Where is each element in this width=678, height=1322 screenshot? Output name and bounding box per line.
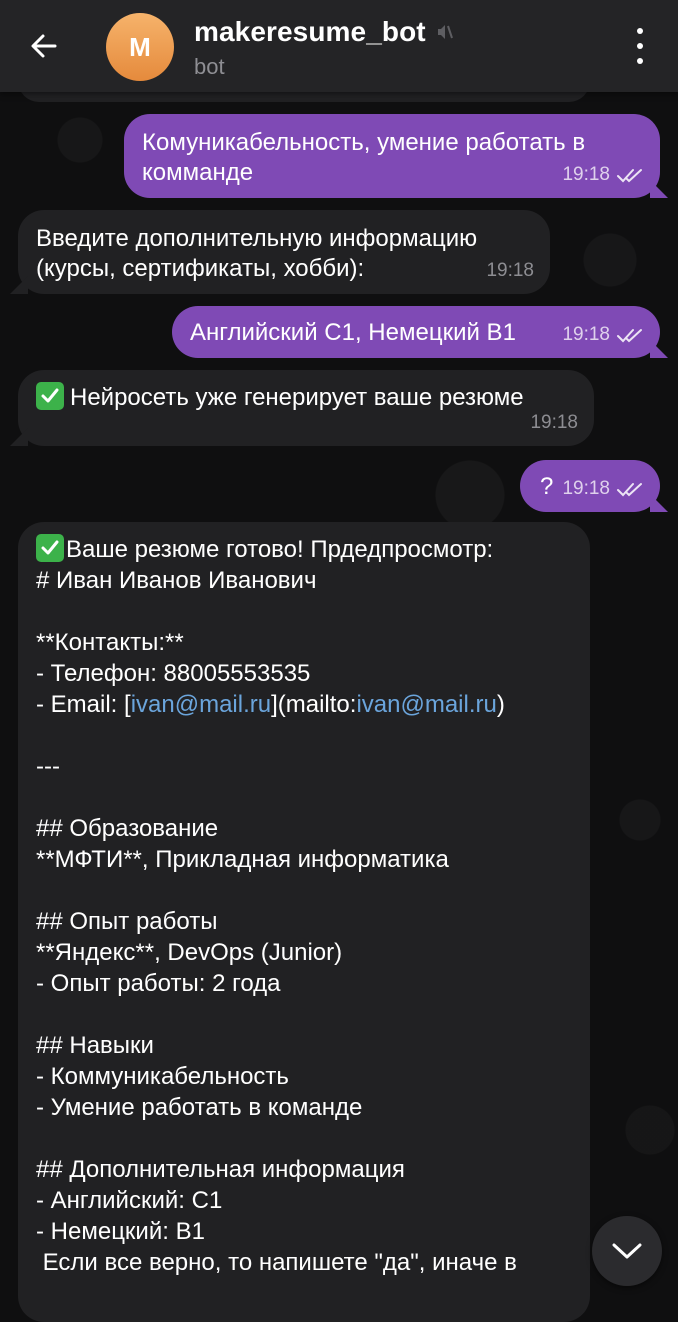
message-bubble-bot[interactable]: Нейросеть уже генерирует ваше резюме 19:… <box>10 370 594 446</box>
resume-education-heading: ## Образование <box>36 815 219 842</box>
avatar[interactable]: M <box>106 13 174 81</box>
resume-experience-heading: ## Опыт работы <box>36 908 218 935</box>
email-link-mailto[interactable]: ivan@mail.ru <box>356 691 496 718</box>
check-mark-emoji-icon <box>36 534 64 562</box>
resume-phone: - Телефон: 88005553535 <box>36 660 311 687</box>
message-bubble-bot[interactable]: Введите дополнительную информацию (курсы… <box>10 210 550 294</box>
resume-extra-heading: ## Дополнительная информация <box>36 1156 405 1183</box>
double-check-icon <box>617 329 642 343</box>
message-time: 19:18 <box>530 412 578 433</box>
resume-skills-heading: ## Навыки <box>36 1032 154 1059</box>
muted-speaker-icon <box>437 25 453 39</box>
message-time: 19:18 <box>562 324 610 345</box>
message-bubble-user[interactable]: Английский С1, Немецкий В1 19:18 <box>172 306 668 358</box>
resume-contacts-heading: **Контакты:** <box>36 629 184 656</box>
message-text: Английский С1, Немецкий В1 <box>190 319 516 346</box>
chevron-down-icon <box>612 1243 642 1259</box>
resume-header-text: Ваше резюме готово! Прдедпросмотр: <box>66 536 494 563</box>
resume-extra-item: - Английский: С1 <box>36 1187 223 1214</box>
more-menu-button[interactable] <box>628 28 652 64</box>
avatar-letter: M <box>129 31 151 62</box>
resume-education-line: **МФТИ**, Прикладная информатика <box>36 846 449 873</box>
back-button[interactable] <box>24 26 64 66</box>
chat-title: makeresume_bot <box>194 16 426 47</box>
more-vert-icon <box>637 28 643 34</box>
resume-name-line: # Иван Иванов Иванович <box>36 567 317 594</box>
message-bubble-user[interactable]: ? 19:18 <box>520 460 668 512</box>
back-arrow-icon <box>31 34 57 58</box>
chat-subtitle: bot <box>194 54 225 79</box>
message-text: Введите дополнительную информацию (курсы… <box>36 225 478 282</box>
message-time: 19:18 <box>562 164 610 185</box>
resume-experience-years: - Опыт работы: 2 года <box>36 970 281 997</box>
resume-skill-item: - Умение работать в команде <box>36 1094 363 1121</box>
resume-extra-item: - Немецкий: В1 <box>36 1218 205 1245</box>
message-text: Нейросеть уже генерирует ваше резюме <box>70 384 524 411</box>
resume-skill-item: - Коммуникабельность <box>36 1063 289 1090</box>
resume-experience-line: **Яндекс**, DevOps (Junior) <box>36 939 343 966</box>
resume-email-line: - Email: [ivan@mail.ru](mailto:ivan@mail… <box>36 691 505 718</box>
message-time: 19:18 <box>562 478 610 499</box>
check-mark-emoji-icon <box>36 382 64 410</box>
resume-message-bubble[interactable]: Ваше резюме готово! Прдедпросмотр: # Ива… <box>18 522 590 1322</box>
message-time: 19:18 <box>486 260 534 281</box>
chat-header: M makeresume_bot bot <box>0 0 678 92</box>
message-text: ? <box>540 473 554 500</box>
resume-confirm-line: Если все верно, то напишете "да", иначе … <box>36 1249 517 1276</box>
chat-title-area[interactable]: makeresume_bot bot <box>194 16 454 80</box>
double-check-icon <box>617 169 642 183</box>
message-bubble-user[interactable]: Комуникабельность, умение работать в ком… <box>124 114 668 198</box>
resume-divider: --- <box>36 753 60 780</box>
scroll-to-bottom-button[interactable] <box>592 1216 662 1286</box>
double-check-icon <box>617 483 642 497</box>
email-link[interactable]: ivan@mail.ru <box>131 691 271 718</box>
